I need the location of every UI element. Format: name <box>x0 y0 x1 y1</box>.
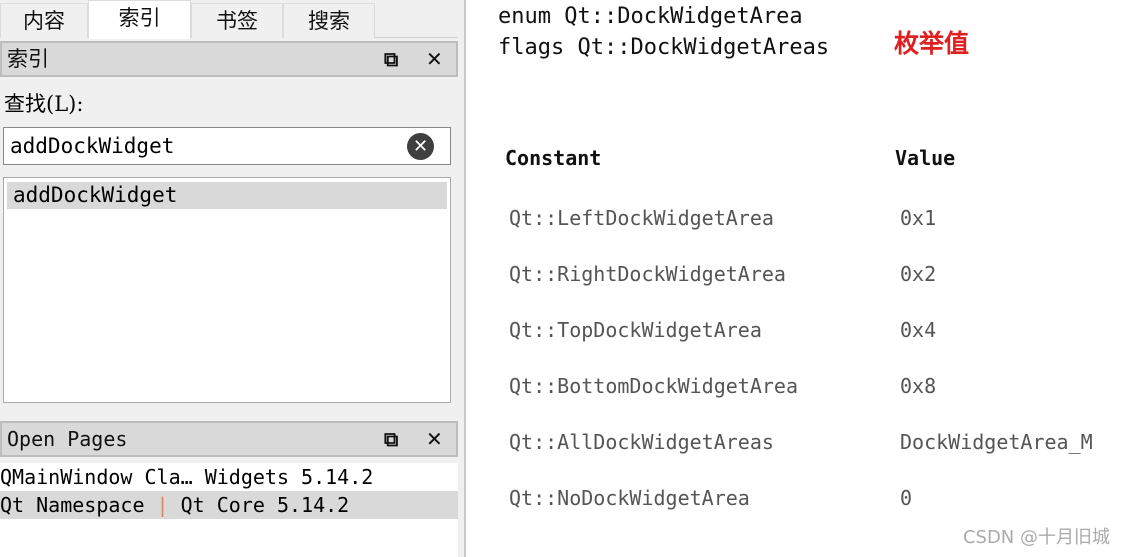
clear-icon[interactable]: ✕ <box>407 133 434 160</box>
tab-search[interactable]: 搜索 <box>283 3 375 38</box>
enum-declaration: enum Qt::DockWidgetArea <box>498 4 803 29</box>
close-icon[interactable]: ✕ <box>426 423 443 455</box>
flags-declaration: flags Qt::DockWidgetAreas <box>498 35 830 60</box>
column-header-value: Value <box>895 146 956 170</box>
open-pages-titlebar: Open Pages ⧉ ✕ <box>0 421 458 457</box>
constant-name: Qt::TopDockWidgetArea <box>509 318 762 342</box>
list-item[interactable]: QMainWindow Cla… Widgets 5.14.2 <box>0 463 458 491</box>
constant-name: Qt::AllDockWidgetAreas <box>509 430 774 454</box>
float-icon[interactable]: ⧉ <box>384 43 398 75</box>
float-icon[interactable]: ⧉ <box>384 423 398 455</box>
index-panel-titlebar: 索引 ⧉ ✕ <box>0 41 458 77</box>
page-title: QMainWindow Cla… <box>0 465 193 489</box>
list-item[interactable]: Qt Namespace | Qt Core 5.14.2 <box>0 491 458 519</box>
tab-contents[interactable]: 内容 <box>0 3 88 38</box>
constant-value: DockWidgetArea_M <box>900 430 1093 454</box>
list-item[interactable]: addDockWidget <box>7 182 447 209</box>
tab-bookmarks[interactable]: 书签 <box>191 3 283 38</box>
watermark: CSDN @十月旧城 <box>962 527 1110 548</box>
constant-value: 0x4 <box>900 318 937 342</box>
index-results-list[interactable]: addDockWidget <box>3 177 451 403</box>
tab-index[interactable]: 索引 <box>88 0 191 39</box>
doc-view: enum Qt::DockWidgetArea flags Qt::DockWi… <box>468 0 1126 557</box>
sidebar: 内容 索引 书签 搜索 索引 ⧉ ✕ 查找(L): addDockWidget … <box>0 0 466 557</box>
constant-name: Qt::LeftDockWidgetArea <box>509 206 774 230</box>
page-module: Qt Core 5.14.2 <box>180 493 350 517</box>
constant-name: Qt::RightDockWidgetArea <box>509 262 786 286</box>
constant-name: Qt::NoDockWidgetArea <box>509 486 750 510</box>
constant-name: Qt::BottomDockWidgetArea <box>509 374 798 398</box>
annotation: 枚举值 <box>894 29 970 58</box>
separator: | <box>156 493 169 517</box>
find-label: 查找(L): <box>4 92 84 116</box>
index-panel-title: 索引 <box>7 47 49 71</box>
constant-value: 0x8 <box>900 374 937 398</box>
column-header-constant: Constant <box>505 146 602 170</box>
open-pages-title: Open Pages <box>7 427 128 451</box>
page-module: Widgets 5.14.2 <box>204 465 374 489</box>
constant-value: 0 <box>900 486 913 510</box>
close-icon[interactable]: ✕ <box>426 43 443 75</box>
page-title: Qt Namespace <box>0 493 145 517</box>
constant-value: 0x1 <box>900 206 937 230</box>
open-pages-list: QMainWindow Cla… Widgets 5.14.2 Qt Names… <box>0 463 458 557</box>
search-input[interactable]: addDockWidget ✕ <box>3 127 451 165</box>
tab-bar: 内容 索引 书签 搜索 <box>0 0 458 39</box>
constant-value: 0x2 <box>900 262 937 286</box>
search-value: addDockWidget <box>10 134 175 158</box>
